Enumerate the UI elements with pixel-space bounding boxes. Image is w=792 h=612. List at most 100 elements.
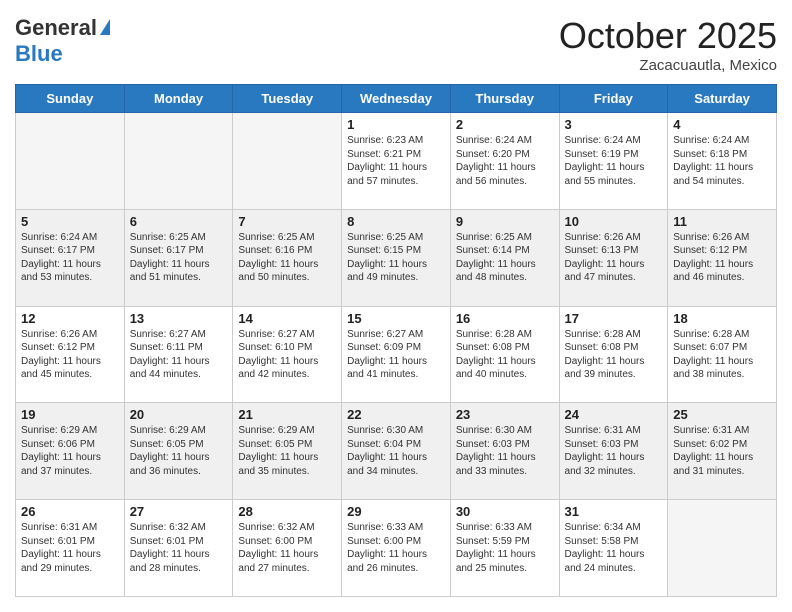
cell-info: Sunrise: 6:32 AM Sunset: 6:01 PM Dayligh…	[130, 521, 228, 575]
calendar-cell: 31Sunrise: 6:34 AM Sunset: 5:58 PM Dayli…	[559, 500, 668, 597]
cell-info: Sunrise: 6:27 AM Sunset: 6:10 PM Dayligh…	[238, 328, 336, 382]
logo-general-text: General	[15, 15, 97, 41]
day-number: 29	[347, 504, 445, 519]
calendar-cell: 10 Sunrise: 6:26 AM Sunset: 6:13 PM Dayli…	[559, 209, 668, 306]
day-header-sunday: Sunday	[16, 85, 125, 113]
cell-info: Sunrise: 6:25 AM Sunset: 6:14 PM Dayligh…	[456, 231, 554, 285]
cell-info: Sunrise: 6:29 AM Sunset: 6:06 PM Dayligh…	[21, 424, 119, 478]
cell-info: Sunrise: 6:29 AM Sunset: 6:05 PM Dayligh…	[238, 424, 336, 478]
cell-info: Sunrise: 6:28 AM Sunset: 6:08 PM Dayligh…	[565, 328, 663, 382]
day-header-tuesday: Tuesday	[233, 85, 342, 113]
day-number: 25	[673, 407, 771, 422]
logo: General Blue	[15, 15, 110, 67]
calendar-cell: 18Sunrise: 6:28 AM Sunset: 6:07 PM Dayli…	[668, 306, 777, 403]
day-number: 31	[565, 504, 663, 519]
calendar-cell: 15 Sunrise: 6:27 AM Sunset: 6:09 PM Dayli…	[342, 306, 451, 403]
calendar-cell: 4 Sunrise: 6:24 AM Sunset: 6:18 PM Daylig…	[668, 113, 777, 210]
calendar-cell: 23Sunrise: 6:30 AM Sunset: 6:03 PM Dayli…	[450, 403, 559, 500]
calendar-cell: 8Sunrise: 6:25 AM Sunset: 6:15 PM Daylig…	[342, 209, 451, 306]
day-number: 19	[21, 407, 119, 422]
cell-info: Sunrise: 6:33 AM Sunset: 6:00 PM Dayligh…	[347, 521, 445, 575]
cell-info: Sunrise: 6:28 AM Sunset: 6:08 PM Dayligh…	[456, 328, 554, 382]
day-number: 10	[565, 214, 663, 229]
calendar-cell: 25 Sunrise: 6:31 AM Sunset: 6:02 PM Dayli…	[668, 403, 777, 500]
calendar-week-row: 12Sunrise: 6:26 AM Sunset: 6:12 PM Dayli…	[16, 306, 777, 403]
cell-info: Sunrise: 6:24 AM Sunset: 6:19 PM Dayligh…	[565, 134, 663, 188]
day-header-friday: Friday	[559, 85, 668, 113]
calendar-cell: 27 Sunrise: 6:32 AM Sunset: 6:01 PM Dayli…	[124, 500, 233, 597]
cell-info: Sunrise: 6:33 AM Sunset: 5:59 PM Dayligh…	[456, 521, 554, 575]
cell-info: Sunrise: 6:30 AM Sunset: 6:03 PM Dayligh…	[456, 424, 554, 478]
day-number: 16	[456, 311, 554, 326]
calendar-cell: 9 Sunrise: 6:25 AM Sunset: 6:14 PM Daylig…	[450, 209, 559, 306]
calendar-cell: 22Sunrise: 6:30 AM Sunset: 6:04 PM Dayli…	[342, 403, 451, 500]
cell-info: Sunrise: 6:25 AM Sunset: 6:16 PM Dayligh…	[238, 231, 336, 285]
day-header-thursday: Thursday	[450, 85, 559, 113]
calendar-cell: 5 Sunrise: 6:24 AM Sunset: 6:17 PM Daylig…	[16, 209, 125, 306]
day-number: 22	[347, 407, 445, 422]
day-number: 20	[130, 407, 228, 422]
calendar-cell: 26 Sunrise: 6:31 AM Sunset: 6:01 PM Dayli…	[16, 500, 125, 597]
calendar-cell	[233, 113, 342, 210]
calendar-cell: 29 Sunrise: 6:33 AM Sunset: 6:00 PM Dayli…	[342, 500, 451, 597]
cell-info: Sunrise: 6:27 AM Sunset: 6:09 PM Dayligh…	[347, 328, 445, 382]
day-number: 9	[456, 214, 554, 229]
calendar-cell: 3 Sunrise: 6:24 AM Sunset: 6:19 PM Daylig…	[559, 113, 668, 210]
calendar-header-row: SundayMondayTuesdayWednesdayThursdayFrid…	[16, 85, 777, 113]
day-number: 26	[21, 504, 119, 519]
header: General Blue October 2025 Zacacuautla, M…	[15, 15, 777, 74]
calendar-cell: 28Sunrise: 6:32 AM Sunset: 6:00 PM Dayli…	[233, 500, 342, 597]
calendar-cell: 12Sunrise: 6:26 AM Sunset: 6:12 PM Dayli…	[16, 306, 125, 403]
calendar-week-row: 19 Sunrise: 6:29 AM Sunset: 6:06 PM Dayli…	[16, 403, 777, 500]
calendar-week-row: 5 Sunrise: 6:24 AM Sunset: 6:17 PM Daylig…	[16, 209, 777, 306]
day-number: 30	[456, 504, 554, 519]
day-number: 27	[130, 504, 228, 519]
day-number: 1	[347, 117, 445, 132]
calendar-table: SundayMondayTuesdayWednesdayThursdayFrid…	[15, 84, 777, 597]
calendar-cell	[124, 113, 233, 210]
calendar-cell: 24 Sunrise: 6:31 AM Sunset: 6:03 PM Dayli…	[559, 403, 668, 500]
logo-blue-text: Blue	[15, 41, 63, 67]
day-number: 2	[456, 117, 554, 132]
day-number: 14	[238, 311, 336, 326]
cell-info: Sunrise: 6:26 AM Sunset: 6:12 PM Dayligh…	[21, 328, 119, 382]
day-number: 28	[238, 504, 336, 519]
day-number: 3	[565, 117, 663, 132]
cell-info: Sunrise: 6:24 AM Sunset: 6:20 PM Dayligh…	[456, 134, 554, 188]
calendar-cell	[16, 113, 125, 210]
cell-info: Sunrise: 6:31 AM Sunset: 6:01 PM Dayligh…	[21, 521, 119, 575]
cell-info: Sunrise: 6:24 AM Sunset: 6:18 PM Dayligh…	[673, 134, 771, 188]
calendar-cell: 17 Sunrise: 6:28 AM Sunset: 6:08 PM Dayli…	[559, 306, 668, 403]
calendar-week-row: 1 Sunrise: 6:23 AM Sunset: 6:21 PM Daylig…	[16, 113, 777, 210]
day-header-monday: Monday	[124, 85, 233, 113]
calendar-cell: 16 Sunrise: 6:28 AM Sunset: 6:08 PM Dayli…	[450, 306, 559, 403]
day-number: 5	[21, 214, 119, 229]
cell-info: Sunrise: 6:31 AM Sunset: 6:03 PM Dayligh…	[565, 424, 663, 478]
day-number: 4	[673, 117, 771, 132]
calendar-cell: 6Sunrise: 6:25 AM Sunset: 6:17 PM Daylig…	[124, 209, 233, 306]
calendar-cell: 14 Sunrise: 6:27 AM Sunset: 6:10 PM Dayli…	[233, 306, 342, 403]
cell-info: Sunrise: 6:27 AM Sunset: 6:11 PM Dayligh…	[130, 328, 228, 382]
cell-info: Sunrise: 6:31 AM Sunset: 6:02 PM Dayligh…	[673, 424, 771, 478]
day-number: 24	[565, 407, 663, 422]
calendar-cell: 20Sunrise: 6:29 AM Sunset: 6:05 PM Dayli…	[124, 403, 233, 500]
day-number: 18	[673, 311, 771, 326]
day-number: 17	[565, 311, 663, 326]
cell-info: Sunrise: 6:25 AM Sunset: 6:15 PM Dayligh…	[347, 231, 445, 285]
day-number: 7	[238, 214, 336, 229]
cell-info: Sunrise: 6:24 AM Sunset: 6:17 PM Dayligh…	[21, 231, 119, 285]
cell-info: Sunrise: 6:26 AM Sunset: 6:12 PM Dayligh…	[673, 231, 771, 285]
calendar-cell: 30 Sunrise: 6:33 AM Sunset: 5:59 PM Dayli…	[450, 500, 559, 597]
day-header-wednesday: Wednesday	[342, 85, 451, 113]
calendar-cell: 21 Sunrise: 6:29 AM Sunset: 6:05 PM Dayli…	[233, 403, 342, 500]
cell-info: Sunrise: 6:23 AM Sunset: 6:21 PM Dayligh…	[347, 134, 445, 188]
cell-info: Sunrise: 6:25 AM Sunset: 6:17 PM Dayligh…	[130, 231, 228, 285]
cell-info: Sunrise: 6:26 AM Sunset: 6:13 PM Dayligh…	[565, 231, 663, 285]
day-header-saturday: Saturday	[668, 85, 777, 113]
calendar-cell: 13Sunrise: 6:27 AM Sunset: 6:11 PM Dayli…	[124, 306, 233, 403]
calendar-cell: 7 Sunrise: 6:25 AM Sunset: 6:16 PM Daylig…	[233, 209, 342, 306]
day-number: 21	[238, 407, 336, 422]
day-number: 15	[347, 311, 445, 326]
title-block: October 2025 Zacacuautla, Mexico	[559, 15, 777, 74]
logo-triangle-icon	[100, 19, 110, 35]
